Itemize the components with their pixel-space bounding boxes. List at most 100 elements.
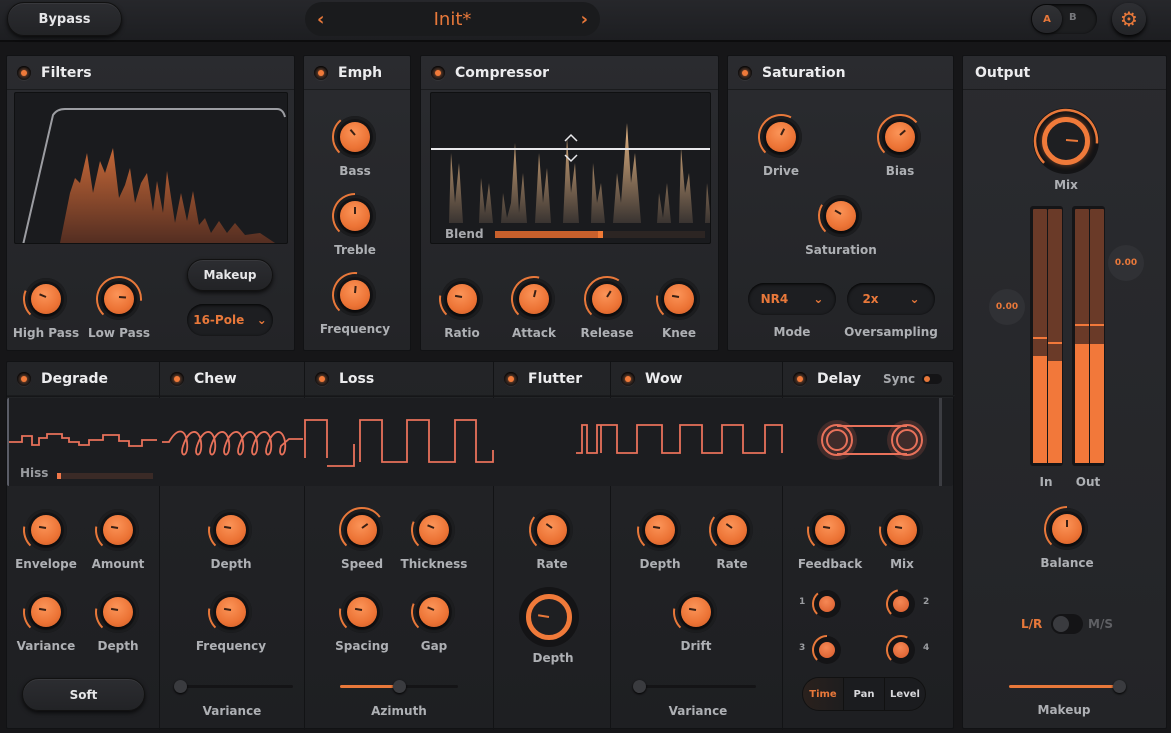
hiss-slider[interactable] (57, 473, 153, 479)
treble-knob[interactable] (332, 193, 376, 237)
azimuth-slider[interactable] (340, 680, 458, 693)
low-pass-knob[interactable] (96, 276, 142, 320)
low-pass-label: Low Pass (87, 326, 150, 340)
wow-enable-led[interactable] (621, 371, 635, 386)
loss-waveform (304, 419, 494, 467)
delay-tap-4-knob[interactable] (886, 635, 915, 664)
makeup-button[interactable]: Makeup (187, 259, 273, 291)
tab-time[interactable]: Time (803, 678, 843, 710)
oversampling-dropdown[interactable]: 2x ⌄ (847, 283, 935, 315)
chew-depth-knob[interactable] (208, 509, 252, 551)
flutter-depth-knob[interactable] (519, 587, 579, 647)
attack-knob[interactable] (511, 276, 555, 320)
high-pass-knob[interactable] (23, 278, 67, 320)
ab-option-a[interactable]: A (1032, 5, 1062, 33)
soft-button[interactable]: Soft (22, 678, 145, 711)
delay-header: Delay Sync (783, 362, 955, 396)
top-bar: Bypass ‹ Init* › A B ⚙ (0, 0, 1171, 42)
drive-label: Drive (763, 164, 799, 178)
delay-tap-2-knob[interactable] (886, 589, 915, 618)
ms-label[interactable]: M/S (1088, 617, 1113, 631)
wow-waveform (576, 424, 783, 454)
compressor-enable-led[interactable] (431, 65, 445, 80)
ab-option-b[interactable]: B (1069, 12, 1077, 23)
wow-variance-slider[interactable] (633, 680, 756, 693)
output-makeup-label: Makeup (1037, 703, 1091, 717)
chevron-right-icon[interactable]: › (581, 9, 588, 30)
slider-thumb[interactable] (174, 680, 187, 693)
speed-knob[interactable] (339, 507, 383, 551)
sync-label: Sync (883, 372, 916, 386)
release-knob[interactable] (584, 276, 628, 320)
knee-label: Knee (661, 326, 697, 340)
bias-knob[interactable] (877, 114, 921, 158)
slider-thumb[interactable] (1112, 680, 1126, 693)
gap-knob[interactable] (411, 591, 455, 633)
delay-tap-3-knob[interactable] (812, 635, 841, 664)
ab-toggle[interactable]: A B (1031, 4, 1097, 34)
compressor-display[interactable]: Blend (430, 92, 711, 244)
preset-selector[interactable]: ‹ Init* › (305, 2, 600, 36)
envelope-knob[interactable] (23, 509, 67, 551)
treble-label: Treble (334, 243, 376, 257)
wow-depth-knob[interactable] (637, 509, 681, 551)
filter-spectrum-display[interactable] (14, 92, 288, 244)
filters-enable-led[interactable] (17, 65, 31, 80)
preset-name[interactable]: Init* (434, 9, 472, 30)
feedback-knob[interactable] (807, 509, 851, 551)
compressor-waveform (431, 123, 710, 223)
delay-enable-led[interactable] (793, 371, 807, 386)
output-gain-value[interactable]: 0.00 (1108, 245, 1144, 281)
chew-frequency-label: Frequency (195, 639, 267, 653)
output-makeup-slider[interactable] (1009, 680, 1126, 693)
degrade-depth-knob[interactable] (95, 591, 139, 633)
bass-knob[interactable] (332, 116, 376, 158)
drive-knob[interactable] (758, 114, 802, 158)
loss-enable-led[interactable] (315, 371, 329, 386)
slider-thumb[interactable] (393, 680, 406, 693)
mode-dropdown[interactable]: NR4 ⌄ (748, 283, 836, 315)
wow-header: Wow (611, 362, 782, 396)
frequency-knob[interactable] (332, 272, 376, 316)
chevron-left-icon[interactable]: ‹ (317, 9, 324, 30)
slider-thumb[interactable] (633, 680, 646, 693)
lr-label[interactable]: L/R (1021, 617, 1042, 631)
blend-slider-thumb[interactable] (598, 231, 603, 238)
delay-tap-1-knob[interactable] (812, 590, 841, 618)
input-gain-value[interactable]: 0.00 (989, 289, 1025, 325)
emph-enable-led[interactable] (314, 65, 328, 80)
tab-level[interactable]: Level (884, 678, 925, 710)
saturation-knob[interactable] (818, 195, 862, 237)
chew-header: Chew (160, 362, 304, 396)
sync-toggle[interactable] (922, 374, 942, 384)
settings-button[interactable]: ⚙ (1112, 3, 1146, 35)
thickness-knob[interactable] (411, 509, 455, 551)
flutter-depth-label: Depth (532, 651, 574, 665)
degrade-header: Degrade (7, 362, 159, 396)
saturation-enable-led[interactable] (738, 65, 752, 80)
flutter-rate-knob[interactable] (529, 509, 573, 551)
drift-knob[interactable] (673, 591, 717, 633)
knee-knob[interactable] (656, 278, 700, 320)
filter-slope-value: 16-Pole (193, 313, 245, 327)
degrade-enable-led[interactable] (17, 371, 31, 386)
balance-knob[interactable] (1044, 506, 1088, 550)
spacing-knob[interactable] (339, 591, 383, 633)
flutter-enable-led[interactable] (504, 371, 518, 386)
mix-knob[interactable] (1033, 108, 1099, 174)
variance-knob[interactable] (23, 591, 67, 633)
filter-slope-dropdown[interactable]: 16-Pole ⌄ (187, 304, 273, 336)
delay-mix-knob[interactable] (879, 509, 923, 551)
amount-knob[interactable] (95, 509, 139, 551)
stereo-mode-toggle[interactable] (1051, 614, 1083, 634)
wow-rate-knob[interactable] (709, 509, 753, 551)
oversampling-value: 2x (862, 292, 879, 306)
chew-variance-slider[interactable] (174, 680, 293, 693)
chew-enable-led[interactable] (170, 371, 184, 386)
bypass-button[interactable]: Bypass (7, 2, 122, 36)
tab-pan[interactable]: Pan (843, 678, 884, 710)
ratio-knob[interactable] (439, 278, 483, 320)
blend-slider[interactable] (495, 231, 705, 238)
panel-title: Chew (194, 370, 237, 387)
chew-frequency-knob[interactable] (208, 591, 252, 633)
